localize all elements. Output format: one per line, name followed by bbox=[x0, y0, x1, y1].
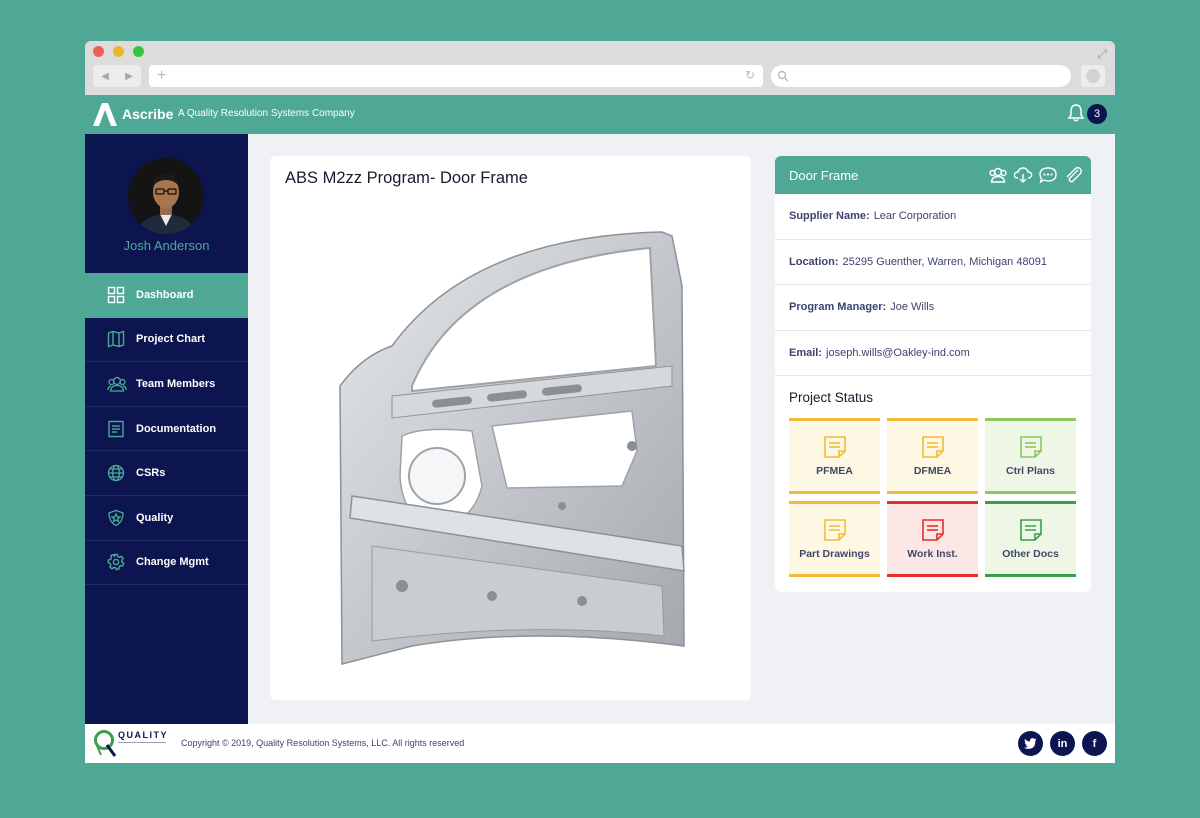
sidebar-item-dashboard[interactable]: Dashboard bbox=[85, 273, 248, 318]
note-icon bbox=[985, 435, 1076, 459]
location-value: 25295 Guenther, Warren, Michigan 48091 bbox=[842, 255, 1047, 268]
search-icon bbox=[777, 70, 789, 82]
close-window-button[interactable] bbox=[93, 46, 104, 57]
note-icon bbox=[887, 435, 978, 459]
sidebar-item-label: CSRs bbox=[136, 467, 166, 480]
manager-label: Program Manager: bbox=[789, 301, 887, 314]
browser-search-input[interactable] bbox=[771, 65, 1071, 87]
panel-header: Door Frame bbox=[775, 156, 1091, 194]
quality-logo-icon bbox=[94, 730, 117, 757]
tile-label: Work Inst. bbox=[907, 548, 958, 560]
sidebar-item-label: Quality bbox=[136, 511, 174, 524]
brand-tagline: A Quality Resolution Systems Company bbox=[178, 108, 355, 119]
back-icon[interactable]: ◀ bbox=[101, 71, 109, 82]
project-image-card: ABS M2zz Program- Door Frame bbox=[270, 156, 751, 700]
team-icon bbox=[107, 375, 129, 393]
gear-icon bbox=[107, 553, 129, 571]
tile-label: DFMEA bbox=[913, 465, 952, 477]
sidebar-item-quality[interactable]: Quality bbox=[85, 496, 248, 541]
details-panel: Door Frame Supplier Name: Lear Corporati… bbox=[775, 156, 1091, 592]
browser-window: ⤢ ◀ ▶ + ↻ Ascribe A Quality Resolution S… bbox=[85, 41, 1115, 763]
location-label: Location: bbox=[789, 255, 839, 268]
globe-icon bbox=[107, 464, 129, 482]
footer: QUALITY Copyright © 2019, Quality Resolu… bbox=[85, 724, 1115, 763]
facebook-icon[interactable]: f bbox=[1082, 731, 1107, 756]
status-tile-pfmea[interactable]: PFMEA bbox=[789, 418, 880, 494]
supplier-row: Supplier Name: Lear Corporation bbox=[775, 194, 1091, 240]
map-icon bbox=[107, 330, 129, 348]
status-tile-ctrl-plans[interactable]: Ctrl Plans bbox=[985, 418, 1076, 494]
tile-label: Part Drawings bbox=[799, 548, 870, 560]
note-icon bbox=[789, 518, 880, 542]
door-frame-image bbox=[339, 231, 685, 665]
panel-title: Door Frame bbox=[789, 168, 859, 183]
sidebar-item-documentation[interactable]: Documentation bbox=[85, 407, 248, 452]
user-name[interactable]: Josh Anderson bbox=[85, 238, 248, 253]
reload-icon[interactable]: ↻ bbox=[745, 68, 755, 82]
sidebar: Josh Anderson Dashboard Project Chart Te… bbox=[85, 134, 248, 724]
status-tile-other-docs[interactable]: Other Docs bbox=[985, 501, 1076, 577]
sidebar-item-label: Project Chart bbox=[136, 333, 206, 346]
note-icon bbox=[887, 518, 978, 542]
twitter-icon[interactable] bbox=[1018, 731, 1043, 756]
manager-value: Joe Wills bbox=[890, 301, 935, 314]
sidebar-item-label: Change Mgmt bbox=[136, 556, 209, 569]
dashboard-icon bbox=[107, 286, 129, 304]
address-bar[interactable]: + ↻ bbox=[149, 65, 763, 87]
browser-toolbar: ⤢ ◀ ▶ + ↻ bbox=[85, 41, 1115, 95]
page-title: ABS M2zz Program- Door Frame bbox=[285, 169, 528, 187]
brand-name: Ascribe bbox=[122, 106, 174, 122]
sidebar-item-team-members[interactable]: Team Members bbox=[85, 362, 248, 407]
tile-label: Other Docs bbox=[1002, 548, 1059, 560]
linkedin-icon[interactable]: in bbox=[1050, 731, 1075, 756]
forward-icon[interactable]: ▶ bbox=[125, 71, 133, 82]
email-label: Email: bbox=[789, 346, 823, 359]
maximize-window-button[interactable] bbox=[133, 46, 144, 57]
social-links: in f bbox=[1018, 731, 1107, 756]
sidebar-item-label: Dashboard bbox=[136, 288, 194, 301]
app-header: Ascribe A Quality Resolution Systems Com… bbox=[85, 95, 1115, 134]
status-tile-part-drawings[interactable]: Part Drawings bbox=[789, 501, 880, 577]
footer-logo-rule bbox=[118, 742, 166, 745]
email-row: Email: joseph.wills@Oakley-ind.com bbox=[775, 331, 1091, 376]
location-row: Location: 25295 Guenther, Warren, Michig… bbox=[775, 240, 1091, 285]
email-value[interactable]: joseph.wills@Oakley-ind.com bbox=[826, 347, 970, 359]
sidebar-item-label: Documentation bbox=[136, 422, 217, 435]
status-tile-work-inst[interactable]: Work Inst. bbox=[887, 501, 978, 577]
shield-star-icon bbox=[107, 509, 129, 527]
cloud-download-icon[interactable] bbox=[1012, 164, 1033, 185]
ascribe-logo-icon bbox=[93, 103, 117, 126]
sidebar-item-label: Team Members bbox=[136, 377, 216, 390]
manager-row: Program Manager: Joe Wills bbox=[775, 285, 1091, 331]
note-icon bbox=[985, 518, 1076, 542]
nav-buttons: ◀ ▶ bbox=[93, 65, 141, 87]
avatar[interactable] bbox=[128, 158, 204, 234]
chat-icon[interactable] bbox=[1037, 164, 1058, 185]
panel-actions bbox=[987, 164, 1083, 185]
paperclip-icon[interactable] bbox=[1062, 164, 1083, 185]
sidebar-item-csrs[interactable]: CSRs bbox=[85, 451, 248, 496]
browser-profile-button[interactable] bbox=[1081, 65, 1105, 87]
copyright-text: Copyright © 2019, Quality Resolution Sys… bbox=[181, 738, 465, 748]
status-tile-dfmea[interactable]: DFMEA bbox=[887, 418, 978, 494]
note-icon bbox=[789, 435, 880, 459]
project-status-heading: Project Status bbox=[789, 390, 874, 405]
supplier-label: Supplier Name: bbox=[789, 210, 870, 223]
footer-logo-text: QUALITY bbox=[118, 730, 168, 740]
sidebar-item-project-chart[interactable]: Project Chart bbox=[85, 318, 248, 363]
sidebar-menu: Dashboard Project Chart Team Members Doc… bbox=[85, 273, 248, 586]
supplier-value: Lear Corporation bbox=[873, 210, 957, 223]
tile-label: Ctrl Plans bbox=[1005, 465, 1055, 477]
team-icon[interactable] bbox=[987, 164, 1008, 185]
project-status-grid: PFMEA DFMEA Ctrl Plans Part Drawings Wor… bbox=[789, 418, 1077, 577]
tile-label: PFMEA bbox=[816, 465, 853, 477]
notification-badge[interactable]: 3 bbox=[1087, 104, 1107, 124]
minimize-window-button[interactable] bbox=[113, 46, 124, 57]
sidebar-item-change-mgmt[interactable]: Change Mgmt bbox=[85, 541, 248, 586]
document-icon bbox=[107, 420, 129, 438]
new-tab-icon[interactable]: + bbox=[157, 67, 166, 85]
bell-icon[interactable] bbox=[1066, 103, 1086, 123]
expand-icon[interactable]: ⤢ bbox=[1097, 47, 1107, 62]
